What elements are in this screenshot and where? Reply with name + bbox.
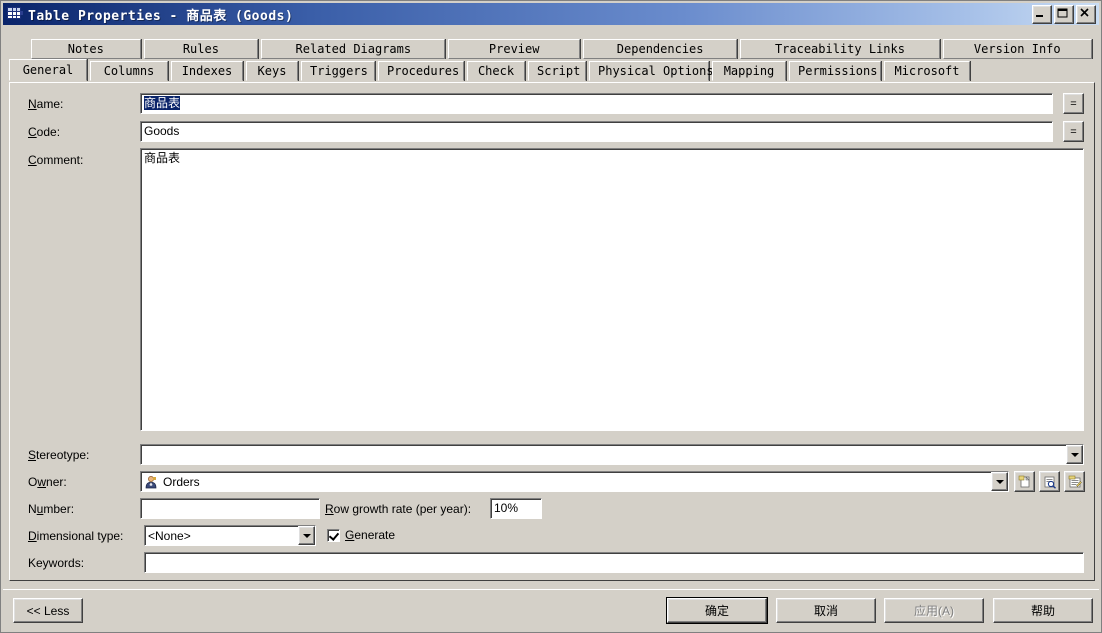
owner-value: Orders — [163, 474, 200, 489]
tab-procedures[interactable]: Procedures — [378, 61, 464, 81]
title-bar[interactable]: Table Properties - 商品表 (Goods) — [3, 3, 1099, 25]
row-growth-rate-label: Row growth rate (per year): — [325, 502, 472, 516]
tab-version-info[interactable]: Version Info — [942, 39, 1092, 59]
tab-physical-options[interactable]: Physical Options — [589, 61, 714, 81]
generate-checkbox[interactable]: Generate — [327, 528, 395, 542]
keywords-label: Keywords: — [28, 556, 85, 570]
tab-indexes[interactable]: Indexes — [171, 61, 243, 81]
less-button[interactable]: << Less — [13, 598, 83, 623]
tab-label: Physical Options — [598, 64, 714, 78]
comment-textarea[interactable]: 商品表 — [140, 148, 1084, 431]
tab-related-diagrams[interactable]: Related Diagrams — [261, 39, 446, 59]
edit-object-icon[interactable] — [1064, 471, 1085, 492]
dimensional-type-chevron-down-icon[interactable] — [298, 526, 315, 545]
code-ellipsis-label: = — [1070, 125, 1077, 138]
tab-triggers[interactable]: Triggers — [301, 61, 375, 81]
help-button[interactable]: 帮助 — [993, 598, 1093, 623]
tab-label: Columns — [103, 64, 155, 78]
tab-check[interactable]: Check — [467, 61, 525, 81]
general-tab-page: Name: 商品表 = Code: Goods = Comment: 商品表 S… — [9, 82, 1095, 581]
owner-chevron-down-icon[interactable] — [991, 472, 1008, 491]
tab-label: Mapping — [723, 64, 775, 78]
tab-label: Procedures — [387, 64, 460, 78]
tab-label: Check — [477, 64, 515, 78]
tab-row-upper: Notes Rules Related Diagrams Preview Depende… — [9, 37, 1095, 59]
object-properties-icon[interactable] — [1039, 471, 1060, 492]
chevron-down-glyph — [1070, 452, 1079, 457]
window-controls — [1032, 4, 1097, 24]
chevron-down-glyph — [995, 479, 1004, 484]
tab-label: Script — [537, 64, 581, 78]
ok-button[interactable]: 确定 — [666, 597, 768, 624]
tab-microsoft[interactable]: Microsoft — [884, 61, 970, 81]
tab-permissions[interactable]: Permissions — [789, 61, 881, 81]
tab-label: Version Info — [973, 42, 1061, 56]
comment-label: Comment: — [28, 153, 84, 167]
tab-general[interactable]: General — [9, 59, 87, 81]
tab-notes[interactable]: Notes — [31, 39, 141, 59]
name-ellipsis-button[interactable]: = — [1063, 93, 1084, 114]
tab-label: Rules — [182, 42, 219, 56]
owner-label: Owner: — [28, 475, 67, 489]
tab-mapping[interactable]: Mapping — [712, 61, 786, 81]
tab-rules[interactable]: Rules — [143, 39, 259, 59]
name-input-value: 商品表 — [144, 96, 181, 110]
name-ellipsis-label: = — [1070, 97, 1077, 110]
tab-traceability-links[interactable]: Traceability Links — [740, 39, 940, 59]
window-title: Table Properties - 商品表 (Goods) — [28, 8, 294, 24]
tab-label: Permissions — [798, 64, 878, 78]
tab-script[interactable]: Script — [528, 61, 586, 81]
cancel-button[interactable]: 取消 — [776, 598, 876, 623]
stereotype-combo[interactable] — [140, 444, 1084, 465]
close-icon[interactable] — [1076, 4, 1096, 24]
code-label: Code: — [28, 125, 61, 139]
stereotype-chevron-down-icon[interactable] — [1066, 445, 1083, 464]
owner-combo[interactable]: Orders — [140, 471, 1009, 492]
table-properties-dialog: Table Properties - 商品表 (Goods) Notes Rule… — [0, 0, 1102, 633]
table-grid-icon — [7, 7, 23, 21]
dialog-footer: << Less 确定 取消 应用(A) 帮助 — [3, 589, 1099, 632]
tab-label: Keys — [257, 64, 287, 78]
apply-button[interactable]: 应用(A) — [884, 598, 984, 623]
tab-label: Microsoft — [894, 64, 960, 78]
row-growth-rate-input[interactable]: 10% — [490, 498, 542, 519]
tab-dependencies[interactable]: Dependencies — [582, 39, 738, 59]
tab-strip: Notes Rules Related Diagrams Preview Depende… — [9, 37, 1095, 81]
tab-label: Related Diagrams — [295, 42, 412, 56]
tab-row-lower: General Columns Indexes Keys Triggers Procedu… — [9, 59, 1095, 81]
tab-label: Dependencies — [616, 42, 704, 56]
chevron-down-glyph — [302, 533, 311, 538]
name-label: Name: — [28, 97, 64, 111]
dimensional-type-value: <None> — [148, 528, 191, 543]
tab-columns[interactable]: Columns — [90, 61, 168, 81]
name-input[interactable]: 商品表 — [140, 93, 1053, 114]
user-icon — [144, 475, 158, 489]
tab-label: General — [22, 63, 74, 77]
generate-checkbox-label: Generate — [345, 528, 396, 542]
number-input[interactable] — [140, 498, 320, 519]
new-object-icon[interactable] — [1014, 471, 1035, 492]
maximize-icon[interactable] — [1054, 4, 1074, 24]
tab-label: Preview — [488, 42, 540, 56]
code-ellipsis-button[interactable]: = — [1063, 121, 1084, 142]
minimize-icon[interactable] — [1032, 4, 1052, 24]
generate-checkbox-box[interactable] — [327, 528, 340, 542]
tab-preview[interactable]: Preview — [448, 39, 580, 59]
tab-label: Traceability Links — [774, 42, 905, 56]
tab-label: Triggers — [310, 64, 368, 78]
code-input[interactable]: Goods — [140, 121, 1053, 142]
stereotype-label: Stereotype: — [28, 448, 90, 462]
dimensional-type-combo[interactable]: <None> — [144, 525, 316, 546]
tab-label: Indexes — [181, 64, 233, 78]
tab-keys[interactable]: Keys — [246, 61, 298, 81]
keywords-input[interactable] — [144, 552, 1084, 573]
tab-label: Notes — [67, 42, 104, 56]
number-label: Number: — [28, 502, 75, 516]
dimensional-type-label: Dimensional type: — [28, 529, 124, 543]
